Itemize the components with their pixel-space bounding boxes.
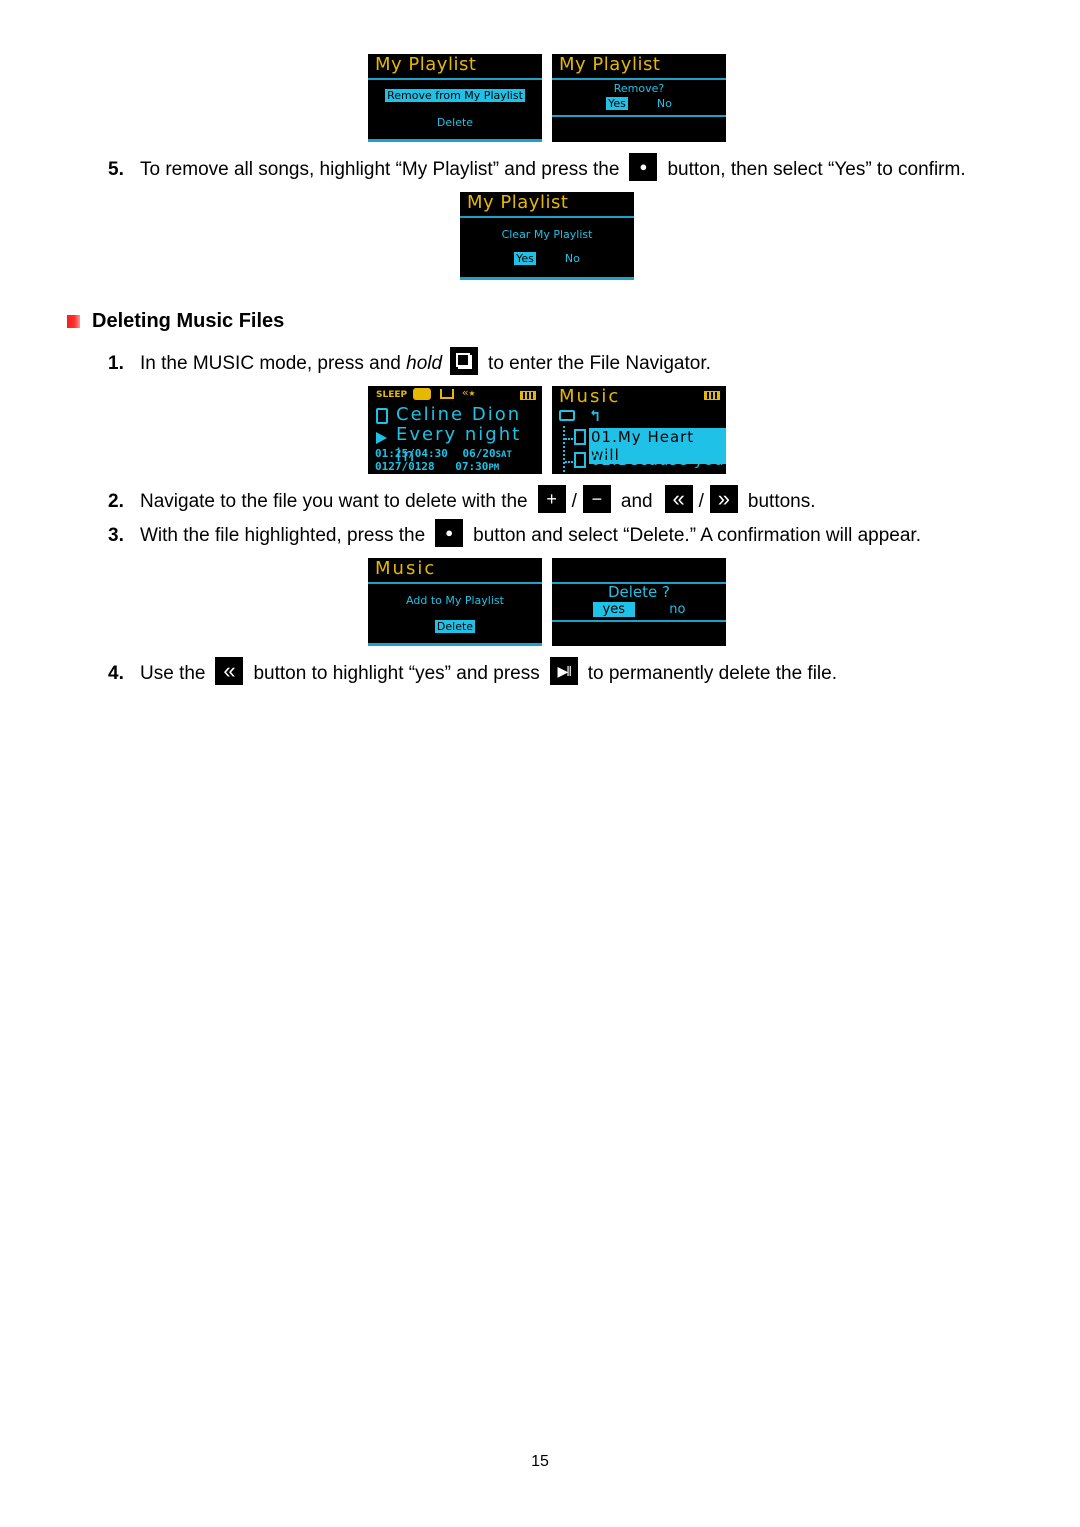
folder-icon <box>559 410 575 421</box>
screen-title: Music <box>559 386 621 407</box>
elapsed-time: 01:25 <box>375 447 409 460</box>
play-pause-button-icon: ▶‖ <box>549 657 578 685</box>
step-4: 4. Use the «button to highlight “yes” and … <box>108 657 837 685</box>
file-item[interactable]: 02.Because you <box>591 451 725 469</box>
up-folder-icon[interactable]: ↰ <box>590 406 600 425</box>
confirm-prompt: Remove? <box>613 82 665 95</box>
shuffle-icon: «★ <box>462 386 476 399</box>
music-menu-screen: Music Add to My Playlist Delete <box>368 558 542 646</box>
playlist-menu-screen: My Playlist Remove from My Playlist Dele… <box>368 54 542 142</box>
confirm-prompt: Clear My Playlist <box>501 228 593 241</box>
divider <box>368 582 542 584</box>
minus-button-icon: − <box>582 485 611 513</box>
select-button-icon: ● <box>435 519 464 547</box>
battery-icon <box>520 391 536 400</box>
playlist-remove-confirm-screen: My Playlist Remove? Yes No <box>552 54 726 142</box>
menu-item-delete[interactable]: Delete <box>434 620 476 633</box>
divider <box>552 115 726 117</box>
clock-time: 07:30 <box>455 460 489 473</box>
ampm: PM <box>488 463 500 473</box>
divider <box>552 78 726 80</box>
option-no[interactable]: No <box>565 252 580 265</box>
screen-title: My Playlist <box>467 192 569 213</box>
step-1: 1. In the MUSIC mode, press and hold to e… <box>108 347 711 378</box>
total-time: 04:30 <box>414 447 448 460</box>
option-yes[interactable]: Yes <box>514 252 536 265</box>
step-3: 3. With the file highlighted, press the ● b… <box>108 519 921 550</box>
next-button-icon: » <box>709 485 738 513</box>
section-heading: Deleting Music Files <box>92 310 285 332</box>
previous-button-icon: « <box>215 657 244 685</box>
menu-item-remove[interactable]: Remove from My Playlist <box>385 89 525 102</box>
file-icon <box>574 452 586 468</box>
page-number: 15 <box>531 1453 549 1470</box>
divider <box>368 643 542 646</box>
divider <box>368 78 542 80</box>
delete-confirm-screen: Delete ? yes no <box>552 558 726 646</box>
step-2: 2. Navigate to the file you want to delet… <box>108 485 816 513</box>
option-yes[interactable]: Yes <box>606 97 628 110</box>
repeat-icon <box>440 389 454 399</box>
divider <box>460 216 634 218</box>
battery-icon <box>704 391 720 400</box>
track-count: 0128 <box>408 460 435 473</box>
menu-item-delete[interactable]: Delete <box>368 116 542 129</box>
eq-icon <box>413 388 431 400</box>
menu-item-add-to-playlist[interactable]: Add to My Playlist <box>368 594 542 607</box>
tree-branch <box>565 461 573 463</box>
screen-title: Music <box>375 558 437 579</box>
screen-title: My Playlist <box>559 54 661 75</box>
option-no[interactable]: no <box>669 602 685 617</box>
track-index: 0127 <box>375 460 402 473</box>
divider <box>368 139 542 142</box>
divider <box>460 277 634 280</box>
step-5: 5. To remove all songs, highlight “My Pla… <box>108 153 966 184</box>
previous-button-icon: « <box>664 485 693 513</box>
option-no[interactable]: No <box>657 97 672 110</box>
tree-line <box>563 426 565 472</box>
divider <box>552 620 726 622</box>
playlist-clear-confirm-screen: My Playlist Clear My Playlist Yes No <box>460 192 634 280</box>
section-bullet-icon <box>67 315 80 328</box>
day: SAT <box>495 450 512 460</box>
confirm-prompt: Delete ? <box>607 583 670 601</box>
play-state-icon <box>376 432 387 444</box>
sleep-indicator: SLEEP <box>376 390 408 400</box>
select-button-icon: ● <box>629 153 658 181</box>
now-playing-screen: SLEEP «★ Celine Dion Every night in 01:2… <box>368 386 542 474</box>
date: 06/20 <box>462 447 496 460</box>
artist-icon <box>376 408 388 424</box>
plus-button-icon: + <box>537 485 566 513</box>
mode-button-icon <box>450 347 479 375</box>
screen-title: My Playlist <box>375 54 477 75</box>
tree-branch <box>565 438 573 440</box>
artist-name: Celine Dion <box>396 404 522 425</box>
file-icon <box>574 429 586 445</box>
file-navigator-screen: Music ↰ 01.My Heart will 02.Because you <box>552 386 726 474</box>
option-yes[interactable]: yes <box>592 602 635 617</box>
